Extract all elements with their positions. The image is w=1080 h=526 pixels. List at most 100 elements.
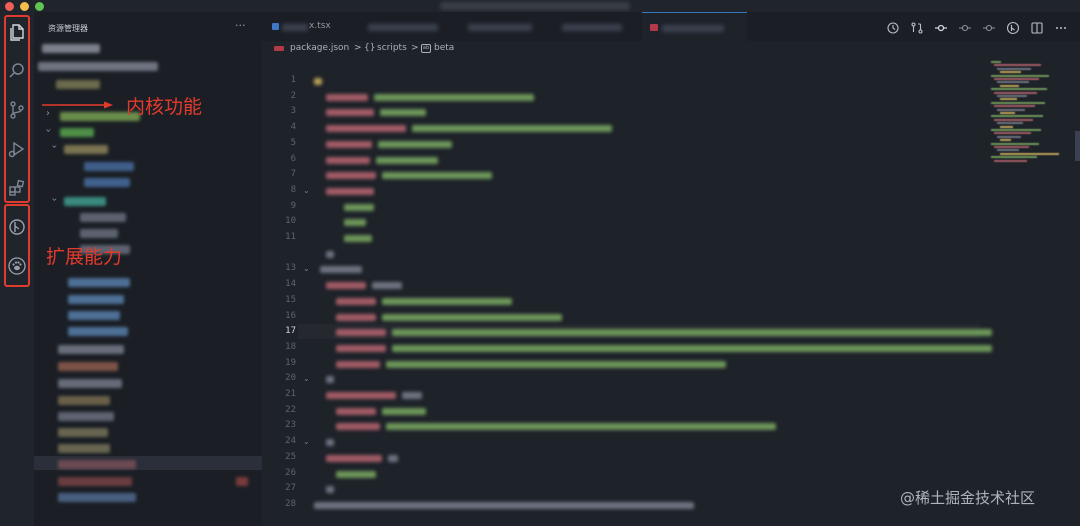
line-number: 22: [285, 404, 296, 415]
tree-row[interactable]: [58, 412, 114, 421]
tree-row[interactable]: [80, 229, 118, 238]
tree-row[interactable]: [60, 128, 94, 137]
tree-row[interactable]: [58, 493, 136, 502]
tree-row[interactable]: [80, 213, 126, 222]
code-token-redacted: [314, 78, 322, 85]
code-token-redacted: [336, 407, 376, 415]
tree-row[interactable]: [58, 396, 110, 405]
tree-row[interactable]: [58, 444, 110, 453]
more-actions-icon[interactable]: ···: [235, 19, 246, 32]
tree-row[interactable]: [68, 311, 120, 320]
json-file-icon: [650, 24, 658, 31]
minimap-line: [994, 64, 1041, 67]
more-actions-icon[interactable]: [1054, 20, 1068, 34]
tree-row[interactable]: [58, 428, 108, 437]
split-editor-icon[interactable]: [1030, 20, 1044, 34]
code-token-redacted: [382, 172, 492, 180]
line-number: 7: [290, 169, 296, 180]
tree-row[interactable]: [58, 379, 122, 388]
tree-row[interactable]: [64, 145, 108, 154]
tree-row[interactable]: [58, 345, 124, 354]
minimap[interactable]: [987, 57, 1071, 177]
minimap-line: [991, 156, 1037, 159]
tab-label: x.tsx: [309, 21, 331, 31]
code-token-redacted: [326, 439, 334, 447]
tree-row[interactable]: [84, 162, 134, 171]
tsx-file-icon: [272, 23, 279, 30]
tab-label-redacted: [662, 25, 724, 32]
code-editor[interactable]: 1 2 3 4 5 6 7 8 ⌄ 9 10 11 13 ⌄ 14 15 16 17 18 19 20 ⌄ 21 22 23 24…: [262, 57, 1080, 526]
tree-row[interactable]: [58, 362, 118, 371]
line-number: 23: [285, 420, 296, 431]
braces-icon: {}: [364, 43, 376, 53]
fold-chevron-icon[interactable]: ⌄: [303, 437, 310, 446]
chevron-down-icon[interactable]: ›: [43, 129, 54, 133]
minimize-window-button[interactable]: [20, 2, 29, 11]
tree-row[interactable]: [56, 80, 100, 89]
json-file-icon: [274, 46, 284, 51]
compare-changes-icon[interactable]: [910, 20, 924, 34]
tab-x-tsx[interactable]: x.tsx: [268, 12, 360, 41]
next-change-icon[interactable]: [982, 20, 996, 34]
fold-chevron-icon[interactable]: ⌄: [303, 264, 310, 273]
core-features-highlight-box: [4, 15, 30, 203]
chevron-right-icon[interactable]: ›: [46, 108, 50, 119]
tab-active[interactable]: [642, 12, 747, 41]
code-token-redacted: [392, 344, 992, 352]
minimap-line: [1000, 98, 1017, 101]
title-bar: [0, 0, 1080, 12]
minimap-line: [991, 129, 1041, 131]
minimap-line: [994, 132, 1031, 135]
code-token-redacted: [374, 93, 534, 101]
git-commit-icon[interactable]: [934, 20, 948, 34]
history-icon[interactable]: [886, 20, 900, 34]
git-graph-icon[interactable]: [1006, 20, 1020, 35]
previous-change-icon[interactable]: [958, 20, 972, 34]
line-number: 26: [285, 467, 296, 478]
tab[interactable]: [558, 12, 642, 41]
line-number: 8: [290, 184, 296, 195]
minimap-line: [997, 67, 1031, 70]
code-token-redacted: [382, 313, 562, 321]
fold-chevron-icon[interactable]: ⌄: [303, 186, 310, 195]
code-token-redacted: [326, 376, 334, 384]
close-window-button[interactable]: [5, 2, 14, 11]
tab-label-redacted: [468, 24, 532, 31]
code-token-redacted: [382, 297, 512, 305]
breadcrumb-item[interactable]: beta: [434, 43, 454, 53]
code-token-redacted: [320, 266, 362, 274]
maximize-window-button[interactable]: [35, 2, 44, 11]
tab[interactable]: [362, 12, 458, 41]
line-number: 2: [290, 90, 296, 101]
tree-row[interactable]: [68, 327, 128, 336]
code-token-redacted: [380, 109, 426, 117]
tree-row[interactable]: [68, 278, 130, 287]
fold-chevron-icon[interactable]: ⌄: [303, 374, 310, 383]
line-number: 27: [285, 483, 296, 494]
tree-row[interactable]: [58, 460, 136, 469]
tree-row[interactable]: [38, 62, 158, 71]
line-number: 28: [285, 498, 296, 509]
scrollbar-thumb[interactable]: [1075, 131, 1080, 161]
minimap-line: [997, 108, 1025, 111]
tree-row[interactable]: [58, 477, 132, 486]
chevron-down-icon[interactable]: ›: [49, 198, 60, 202]
tab[interactable]: [462, 12, 554, 41]
chevron-down-icon[interactable]: ›: [49, 145, 60, 149]
code-token-redacted: [386, 360, 726, 368]
line-number: 9: [290, 200, 296, 211]
breadcrumb-scope[interactable]: scripts: [377, 43, 407, 53]
tree-row[interactable]: [64, 197, 106, 206]
line-number: 3: [290, 106, 296, 117]
code-token-redacted: [326, 187, 374, 195]
code-token-redacted: [326, 125, 406, 133]
tree-row[interactable]: [68, 295, 124, 304]
code-token-redacted: [326, 486, 334, 494]
minimap-line: [1000, 84, 1019, 87]
minimap-line: [997, 122, 1023, 125]
code-token-redacted: [388, 454, 398, 462]
tree-row[interactable]: [84, 178, 130, 187]
tree-row[interactable]: [42, 44, 100, 53]
breadcrumb-file[interactable]: package.json: [290, 43, 349, 53]
breadcrumb-separator: >: [411, 43, 419, 53]
